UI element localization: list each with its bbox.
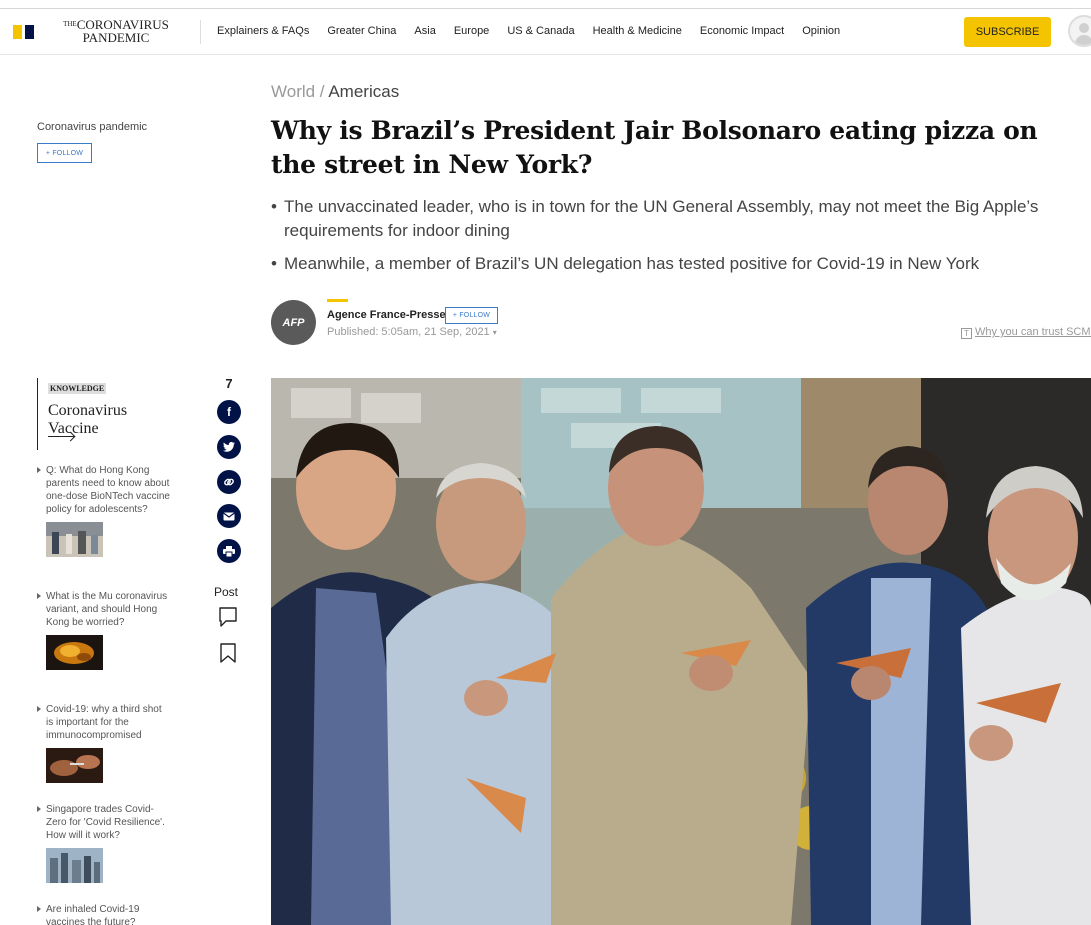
related-item[interactable]: Singapore trades Covid-Zero for 'Covid R… [37, 803, 172, 888]
related-item-thumbnail[interactable] [46, 848, 103, 883]
related-item[interactable]: What is the Mu coronavirus variant, and … [37, 590, 172, 675]
author-avatar[interactable]: AFP [271, 300, 316, 345]
related-item-thumbnail[interactable] [46, 522, 103, 557]
arrow-right-icon[interactable] [48, 436, 74, 437]
user-avatar-icon[interactable] [1068, 15, 1091, 47]
trust-link[interactable]: T Why you can trust SCMP [961, 326, 1091, 339]
related-item[interactable]: Are inhaled Covid-19 vaccines the future… [37, 903, 172, 925]
knowledge-card[interactable]: KNOWLEDGE Coronavirus Vaccine [37, 378, 167, 450]
logo-yellow-block [13, 25, 22, 39]
related-item[interactable]: Covid-19: why a third shot is important … [37, 703, 172, 788]
subscribe-button[interactable]: SUBSCRIBE [964, 17, 1051, 47]
caret-right-icon [37, 593, 41, 599]
knowledge-title[interactable]: Coronavirus Vaccine [48, 402, 158, 438]
published-date[interactable]: Published: 5:05am, 21 Sep, 2021 ▾ [327, 326, 497, 338]
nav-item-health-medicine[interactable]: Health & Medicine [593, 25, 682, 37]
summary-text: The unvaccinated leader, who is in town … [284, 197, 1039, 240]
author-name[interactable]: Agence France-Presse [327, 309, 446, 321]
facebook-icon[interactable]: f [217, 400, 241, 424]
email-icon[interactable] [217, 504, 241, 528]
logo-navy-block [25, 25, 34, 39]
caret-right-icon [37, 806, 41, 812]
bullet-icon: • [271, 197, 277, 216]
chevron-down-icon[interactable]: ▾ [493, 328, 497, 337]
hero-image[interactable] [271, 378, 1091, 925]
related-item-title[interactable]: Q: What do Hong Kong parents need to kno… [46, 464, 171, 516]
related-item-title[interactable]: Singapore trades Covid-Zero for 'Covid R… [46, 803, 171, 842]
summary-point: • The unvaccinated leader, who is in tow… [271, 195, 1071, 243]
nav-item-asia[interactable]: Asia [414, 25, 435, 37]
print-icon[interactable] [217, 539, 241, 563]
follow-topic-button[interactable]: + FOLLOW [37, 143, 92, 163]
published-text: Published: 5:05am, 21 Sep, 2021 [327, 326, 490, 338]
breadcrumb-parent[interactable]: World / [271, 82, 325, 101]
logo-the: THE [63, 20, 77, 28]
section-nav: Explainers & FAQs Greater China Asia Eur… [217, 25, 858, 37]
related-item-title[interactable]: Covid-19: why a third shot is important … [46, 703, 171, 742]
trust-icon: T [961, 328, 972, 339]
byline-accent [327, 299, 348, 302]
bullet-icon: • [271, 254, 277, 273]
related-item-title[interactable]: Are inhaled Covid-19 vaccines the future… [46, 903, 171, 925]
article-headline: Why is Brazil’s President Jair Bolsonaro… [271, 116, 1038, 179]
summary-point: • Meanwhile, a member of Brazil’s UN del… [271, 252, 1071, 276]
follow-author-button[interactable]: + FOLLOW [445, 307, 498, 324]
scmp-logo-icon[interactable] [13, 25, 34, 39]
caret-right-icon [37, 706, 41, 712]
nav-item-economic-impact[interactable]: Economic Impact [700, 25, 784, 37]
post-comment-label[interactable]: Post [214, 585, 238, 599]
related-item-thumbnail[interactable] [46, 635, 103, 670]
site-header: THECORONAVIRUS PANDEMIC Explainers & FAQ… [0, 9, 1091, 55]
summary-text: Meanwhile, a member of Brazil’s UN deleg… [284, 254, 980, 273]
nav-item-europe[interactable]: Europe [454, 25, 489, 37]
share-count: 7 [225, 376, 233, 391]
breadcrumb-current[interactable]: Americas [328, 82, 399, 101]
section-logo[interactable]: THECORONAVIRUS PANDEMIC [56, 18, 176, 44]
knowledge-tag: KNOWLEDGE [48, 383, 107, 394]
nav-item-opinion[interactable]: Opinion [802, 25, 840, 37]
topic-label[interactable]: Coronavirus pandemic [37, 121, 147, 133]
link-icon[interactable] [217, 470, 241, 494]
nav-item-greater-china[interactable]: Greater China [327, 25, 396, 37]
related-item-title[interactable]: What is the Mu coronavirus variant, and … [46, 590, 171, 629]
bookmark-icon[interactable] [218, 642, 238, 664]
comment-icon[interactable] [218, 606, 238, 628]
trust-link-text: Why you can trust SCMP [975, 326, 1091, 338]
related-item[interactable]: Q: What do Hong Kong parents need to kno… [37, 464, 172, 562]
caret-right-icon [37, 467, 41, 473]
caret-right-icon [37, 906, 41, 912]
nav-item-us-canada[interactable]: US & Canada [507, 25, 574, 37]
logo-line2: PANDEMIC [82, 30, 150, 45]
breadcrumb: World / Americas [271, 82, 399, 102]
twitter-icon[interactable] [217, 435, 241, 459]
nav-divider [200, 20, 201, 44]
related-item-thumbnail[interactable] [46, 748, 103, 783]
nav-item-explainers[interactable]: Explainers & FAQs [217, 25, 309, 37]
